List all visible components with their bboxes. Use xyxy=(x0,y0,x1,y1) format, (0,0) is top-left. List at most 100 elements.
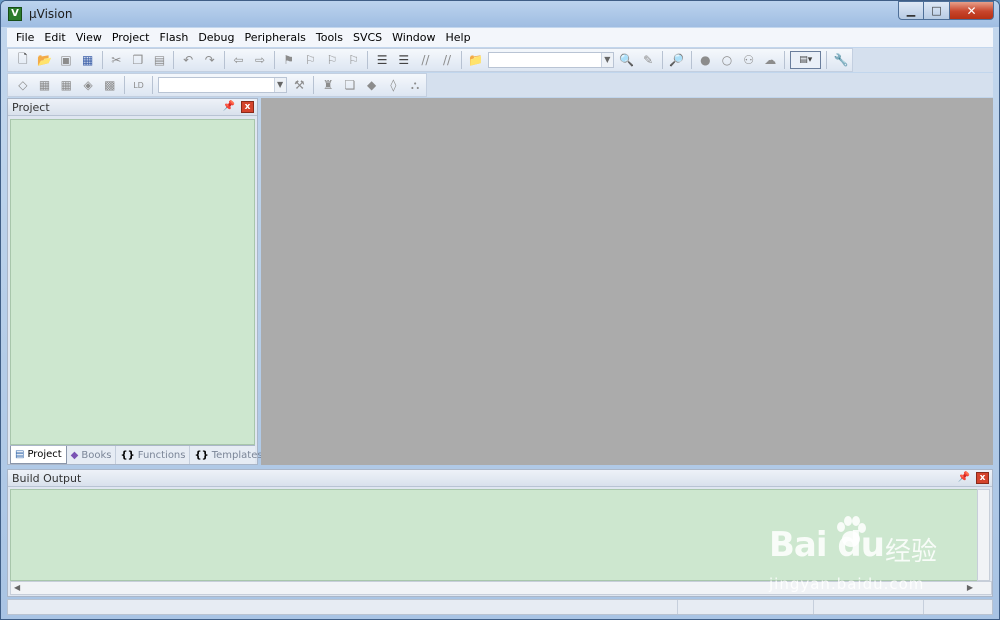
next-bookmark-icon[interactable]: ⚐ xyxy=(323,51,341,69)
project-tree[interactable] xyxy=(10,119,255,445)
project-pane-header[interactable]: Project 📌 x xyxy=(8,99,257,116)
clear-bookmarks-icon[interactable]: ⚐ xyxy=(345,51,363,69)
books-tab-icon: ◆ xyxy=(70,449,79,461)
toolbar-separator xyxy=(152,76,154,94)
build-output-header[interactable]: Build Output 📌 x xyxy=(8,470,992,487)
project-tabs: ▤ Project ◆ Books {} Functions {} Templa… xyxy=(10,445,263,464)
menu-flash[interactable]: Flash xyxy=(154,29,193,46)
batch-build-icon[interactable]: ◈ xyxy=(79,76,97,94)
rebuild-icon[interactable]: ▦ xyxy=(57,76,75,94)
status-bar xyxy=(7,599,993,615)
breakpoint-all-icon[interactable]: ⚇ xyxy=(740,51,758,69)
menu-edit[interactable]: Edit xyxy=(39,29,70,46)
vertical-scrollbar[interactable] xyxy=(977,489,990,581)
indent-icon[interactable]: ☰ xyxy=(373,51,391,69)
tab-label: Books xyxy=(81,449,112,461)
toolbar-separator xyxy=(223,51,225,69)
tab-functions[interactable]: {} Functions xyxy=(116,446,191,464)
run-icon[interactable]: ⛬ xyxy=(406,76,424,94)
menu-window[interactable]: Window xyxy=(387,29,440,46)
pin-icon[interactable]: 📌 xyxy=(958,472,970,483)
toolbar-separator xyxy=(460,51,462,69)
uncomment-icon[interactable]: // xyxy=(438,51,456,69)
menu-peripherals[interactable]: Peripherals xyxy=(240,29,311,46)
chevron-down-icon[interactable]: ▼ xyxy=(600,53,613,67)
menu-view[interactable]: View xyxy=(71,29,107,46)
incremental-find-icon[interactable]: ✎ xyxy=(639,51,657,69)
scroll-right-icon[interactable]: ▶ xyxy=(967,583,973,592)
tab-templates[interactable]: {} Templates xyxy=(190,446,266,464)
toolbar-separator xyxy=(123,76,125,94)
menu-svcs[interactable]: SVCS xyxy=(348,29,387,46)
toolbar-separator xyxy=(101,51,103,69)
save-all-icon[interactable]: ▦ xyxy=(79,51,97,69)
menu-help[interactable]: Help xyxy=(441,29,476,46)
toolbar-separator xyxy=(662,51,663,69)
minimize-button[interactable]: ▁ xyxy=(898,1,924,20)
select-packs-icon[interactable]: ❏ xyxy=(341,76,359,94)
tab-label: Templates xyxy=(211,449,263,461)
project-tab-icon: ▤ xyxy=(15,449,25,460)
close-button[interactable]: ✕ xyxy=(950,1,994,20)
redo-icon[interactable]: ↷ xyxy=(201,51,219,69)
menu-tools[interactable]: Tools xyxy=(311,29,348,46)
pin-icon[interactable]: 📌 xyxy=(223,101,235,112)
horizontal-scrollbar[interactable]: ◀ ▶ xyxy=(10,581,992,595)
nav-back-icon[interactable]: ⇦ xyxy=(230,51,248,69)
title-bar[interactable]: V µVision ▁ □ ✕ xyxy=(1,1,999,27)
maximize-button[interactable]: □ xyxy=(924,1,950,20)
chevron-down-icon[interactable]: ▼ xyxy=(273,78,286,92)
menu-debug[interactable]: Debug xyxy=(193,29,239,46)
status-cell xyxy=(814,600,924,614)
toolbar-separator xyxy=(826,51,828,69)
find-in-files-icon[interactable]: 📁 xyxy=(467,51,485,69)
build-output-text[interactable] xyxy=(10,489,978,581)
paste-icon[interactable]: ▤ xyxy=(151,51,169,69)
download-icon[interactable]: LD xyxy=(130,76,148,94)
translate-icon[interactable]: ◇ xyxy=(14,76,32,94)
rte-icon[interactable]: ◊ xyxy=(384,76,402,94)
build-icon[interactable]: ▦ xyxy=(36,76,54,94)
new-file-icon[interactable]: 🗋 xyxy=(14,51,32,69)
functions-tab-icon: {} xyxy=(120,449,135,461)
breakpoint-disable-icon[interactable]: ○ xyxy=(718,51,736,69)
nav-forward-icon[interactable]: ⇨ xyxy=(251,51,269,69)
stop-build-icon[interactable]: ▩ xyxy=(101,76,119,94)
window-controls: ▁ □ ✕ xyxy=(898,1,994,20)
cut-icon[interactable]: ✂ xyxy=(107,51,125,69)
debug-session-icon[interactable]: 🔎 xyxy=(668,51,686,69)
toolbar-strip xyxy=(853,48,993,72)
open-folder-icon[interactable]: 📂 xyxy=(36,51,54,69)
configure-icon[interactable]: 🔧 xyxy=(832,51,850,69)
project-pane-title: Project xyxy=(12,100,50,114)
target-combo[interactable]: ▼ xyxy=(158,77,287,93)
menu-project[interactable]: Project xyxy=(107,29,155,46)
scroll-left-icon[interactable]: ◀ xyxy=(14,583,20,592)
pack-installer-icon[interactable]: ◆ xyxy=(363,76,381,94)
kill-breakpoints-icon[interactable]: ☁ xyxy=(761,51,779,69)
prev-bookmark-icon[interactable]: ⚐ xyxy=(301,51,319,69)
menu-file[interactable]: File xyxy=(11,29,39,46)
build-output-pane: Build Output 📌 x ◀ ▶ xyxy=(7,469,993,597)
uvision-window: V µVision ▁ □ ✕ File Edit View Project F… xyxy=(0,0,1000,620)
breakpoint-icon[interactable]: ● xyxy=(697,51,715,69)
manage-components-icon[interactable]: ♜ xyxy=(319,76,337,94)
tab-project[interactable]: ▤ Project xyxy=(10,446,67,464)
file-toolbar: 🗋 📂 ▣ ▦ ✂ ❐ ▤ ↶ ↷ ⇦ ⇨ ⚑ ⚐ ⚐ ⚐ ☰ ☰ // // … xyxy=(7,48,853,72)
comment-icon[interactable]: // xyxy=(417,51,435,69)
undo-icon[interactable]: ↶ xyxy=(179,51,197,69)
window-layout-icon[interactable]: ▤▾ xyxy=(790,51,822,69)
status-cell xyxy=(924,600,992,614)
close-pane-button[interactable]: x xyxy=(241,101,254,113)
find-combo[interactable]: ▼ xyxy=(488,52,614,68)
copy-icon[interactable]: ❐ xyxy=(129,51,147,69)
tab-books[interactable]: ◆ Books xyxy=(67,446,117,464)
toolbar-separator xyxy=(784,51,786,69)
target-options-icon[interactable]: ⚒ xyxy=(291,76,309,94)
bookmark-icon[interactable]: ⚑ xyxy=(280,51,298,69)
editor-area[interactable] xyxy=(261,98,993,465)
unindent-icon[interactable]: ☰ xyxy=(395,51,413,69)
find-icon[interactable]: 🔍 xyxy=(618,51,636,69)
save-icon[interactable]: ▣ xyxy=(57,51,75,69)
close-pane-button[interactable]: x xyxy=(976,472,989,484)
